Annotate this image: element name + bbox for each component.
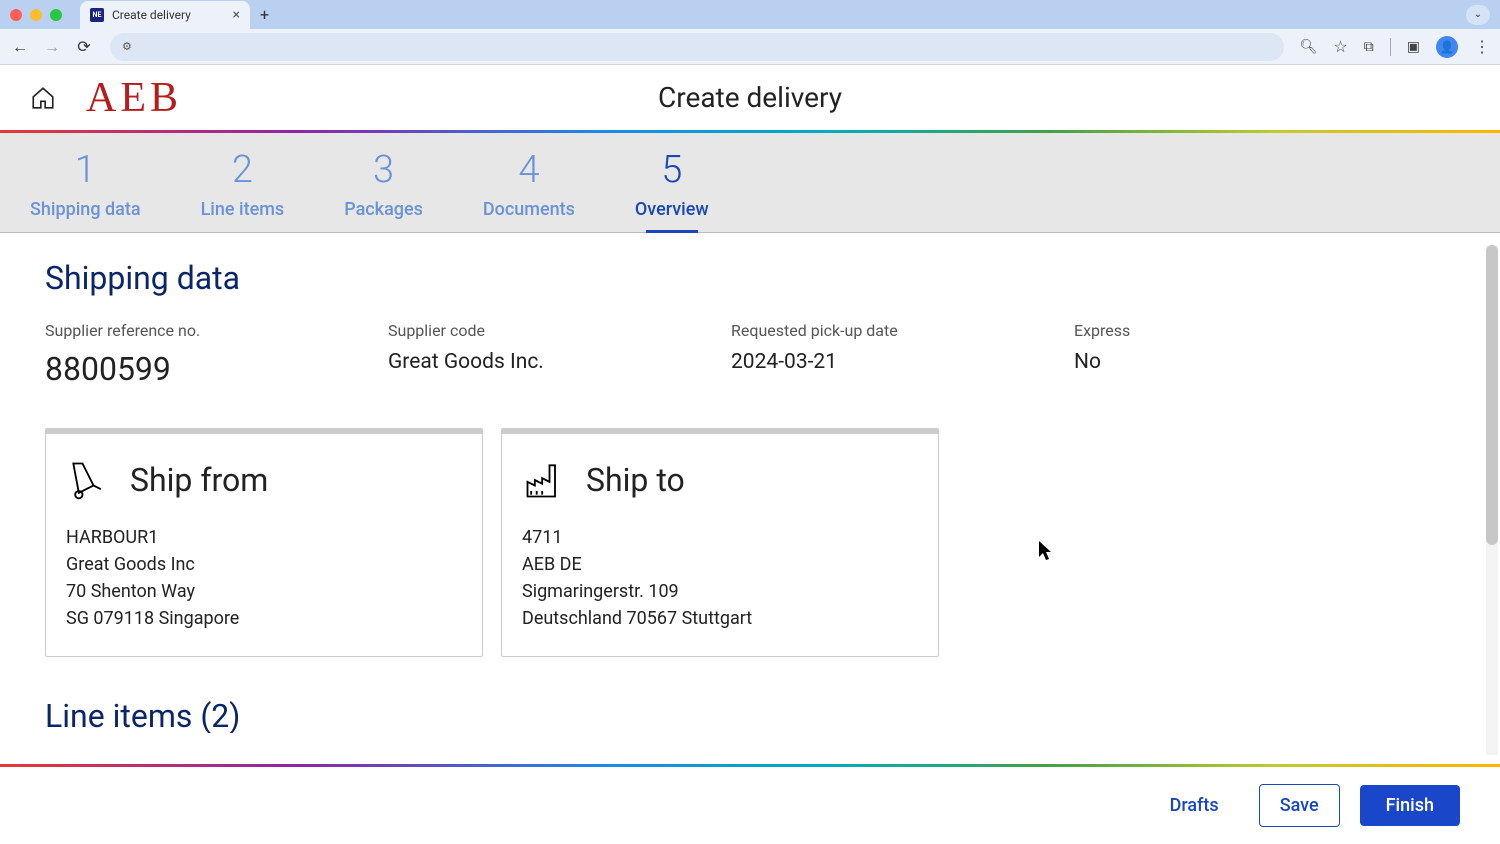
field-value: No	[1074, 350, 1274, 374]
shipping-fields: Supplier reference no. 8800599 Supplier …	[45, 321, 1455, 388]
reload-button[interactable]: ⟳	[74, 37, 94, 56]
field-value: Great Goods Inc.	[388, 350, 731, 374]
section-title-line-items: Line items (2)	[45, 697, 1455, 733]
step-label: Overview	[635, 199, 709, 220]
zoom-icon[interactable]: 🔍︎	[1300, 39, 1318, 55]
section-title-shipping: Shipping data	[45, 259, 1455, 297]
app-logo: AEB	[86, 74, 182, 122]
card-header: Ship from	[66, 458, 462, 502]
step-number: 5	[661, 151, 682, 189]
address-line: AEB DE	[522, 551, 918, 578]
factory-icon	[522, 458, 566, 502]
card-title: Ship to	[586, 461, 685, 499]
forward-button[interactable]: →	[42, 37, 62, 57]
browser-tab[interactable]: NE Create delivery ×	[80, 1, 250, 29]
address-line: HARBOUR1	[66, 524, 462, 551]
new-tab-button[interactable]: +	[260, 5, 269, 24]
address-line: 70 Shenton Way	[66, 578, 462, 605]
site-info-icon[interactable]: ⚙	[122, 40, 132, 53]
action-bar: Drafts Save Finish	[0, 764, 1500, 844]
address-line: SG 079118 Singapore	[66, 605, 462, 632]
home-icon[interactable]	[30, 85, 56, 111]
minimize-window-button[interactable]	[30, 9, 42, 21]
page-title: Create delivery	[658, 81, 842, 114]
scrollbar-thumb[interactable]	[1486, 245, 1498, 545]
toolbar-icons: 🔍︎ ☆ ⧉ ▣ 👤 ⋮	[1300, 36, 1490, 58]
ship-from-card: Ship from HARBOUR1 Great Goods Inc 70 Sh…	[45, 428, 483, 657]
step-number: 2	[232, 151, 253, 189]
step-label: Packages	[344, 199, 423, 220]
profile-avatar[interactable]: 👤	[1436, 36, 1458, 58]
app-header: AEB Create delivery	[0, 65, 1500, 130]
step-shipping-data[interactable]: 1 Shipping data	[30, 151, 141, 232]
step-overview[interactable]: 5 Overview	[635, 151, 709, 232]
field-value: 2024-03-21	[731, 350, 1074, 374]
sidepanel-icon[interactable]: ▣	[1407, 39, 1420, 55]
extensions-icon[interactable]: ⧉	[1364, 39, 1374, 55]
content-area: Shipping data Supplier reference no. 880…	[0, 233, 1500, 733]
step-number: 1	[75, 151, 96, 189]
address-bar[interactable]: ⚙	[110, 33, 1284, 61]
address-line: Great Goods Inc	[66, 551, 462, 578]
field-label: Supplier code	[388, 321, 731, 340]
close-tab-icon[interactable]: ×	[233, 7, 240, 23]
field-value: 8800599	[45, 350, 388, 388]
step-label: Line items	[201, 199, 285, 220]
step-packages[interactable]: 3 Packages	[344, 151, 423, 232]
wizard-steps: 1 Shipping data 2 Line items 3 Packages …	[0, 133, 1500, 233]
menu-icon[interactable]: ⋮	[1474, 37, 1490, 56]
card-header: Ship to	[522, 458, 918, 502]
step-label: Documents	[483, 199, 575, 220]
step-number: 3	[373, 151, 394, 189]
close-window-button[interactable]	[10, 9, 22, 21]
address-line: Sigmaringerstr. 109	[522, 578, 918, 605]
favicon-icon: NE	[90, 8, 104, 22]
field-label: Supplier reference no.	[45, 321, 388, 340]
drafts-button[interactable]: Drafts	[1150, 785, 1239, 826]
divider	[1390, 38, 1391, 56]
field-label: Requested pick-up date	[731, 321, 1074, 340]
step-number: 4	[518, 151, 539, 189]
tab-title: Create delivery	[112, 8, 191, 22]
hand-truck-icon	[66, 458, 110, 502]
address-line: 4711	[522, 524, 918, 551]
step-documents[interactable]: 4 Documents	[483, 151, 575, 232]
field-express: Express No	[1074, 321, 1274, 388]
window-controls	[10, 9, 62, 21]
step-label: Shipping data	[30, 199, 141, 220]
field-pickup-date: Requested pick-up date 2024-03-21	[731, 321, 1074, 388]
ship-to-card: Ship to 4711 AEB DE Sigmaringerstr. 109 …	[501, 428, 939, 657]
browser-toolbar: ← → ⟳ ⚙ 🔍︎ ☆ ⧉ ▣ 👤 ⋮	[0, 29, 1500, 65]
browser-tab-strip: NE Create delivery × + ⌄	[0, 0, 1500, 29]
address-cards: Ship from HARBOUR1 Great Goods Inc 70 Sh…	[45, 428, 1455, 657]
step-line-items[interactable]: 2 Line items	[201, 151, 285, 232]
bookmark-icon[interactable]: ☆	[1333, 37, 1347, 56]
field-label: Express	[1074, 321, 1274, 340]
fullscreen-window-button[interactable]	[50, 9, 62, 21]
save-button[interactable]: Save	[1259, 784, 1340, 827]
card-title: Ship from	[130, 461, 268, 499]
finish-button[interactable]: Finish	[1360, 785, 1460, 826]
field-supplier-ref: Supplier reference no. 8800599	[45, 321, 388, 388]
field-supplier-code: Supplier code Great Goods Inc.	[388, 321, 731, 388]
back-button[interactable]: ←	[10, 37, 30, 57]
address-line: Deutschland 70567 Stuttgart	[522, 605, 918, 632]
expand-window-button[interactable]: ⌄	[1466, 5, 1490, 25]
